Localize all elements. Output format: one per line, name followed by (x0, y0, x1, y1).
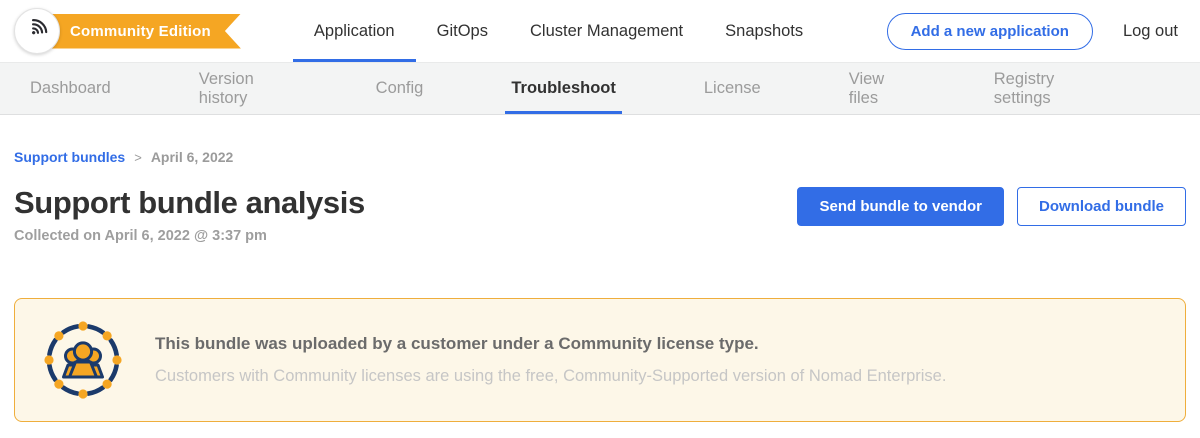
subnav-version-history[interactable]: Version history (193, 63, 294, 114)
community-license-icon (43, 320, 123, 400)
subnav-troubleshoot[interactable]: Troubleshoot (505, 63, 622, 114)
notice-text: This bundle was uploaded by a customer u… (155, 334, 946, 386)
top-header: Community Edition Application GitOps Clu… (0, 0, 1200, 62)
app-logo[interactable] (14, 8, 60, 54)
nav-snapshots[interactable]: Snapshots (704, 0, 824, 62)
breadcrumb-separator: > (134, 150, 142, 165)
nav-gitops[interactable]: GitOps (416, 0, 509, 62)
collected-timestamp: Collected on April 6, 2022 @ 3:37 pm (14, 228, 365, 244)
subnav-dashboard[interactable]: Dashboard (24, 63, 117, 114)
subnav-license[interactable]: License (698, 63, 767, 114)
breadcrumb: Support bundles > April 6, 2022 (14, 149, 1186, 165)
page-title: Support bundle analysis (14, 185, 365, 221)
primary-nav: Application GitOps Cluster Management Sn… (293, 0, 824, 62)
breadcrumb-support-bundles-link[interactable]: Support bundles (14, 149, 125, 165)
logout-link[interactable]: Log out (1123, 22, 1178, 41)
community-edition-badge: Community Edition (48, 14, 241, 49)
subnav-config[interactable]: Config (370, 63, 430, 114)
breadcrumb-current: April 6, 2022 (151, 149, 234, 165)
subnav-view-files[interactable]: View files (843, 63, 912, 114)
replicated-logo-icon (24, 16, 50, 47)
notice-title: This bundle was uploaded by a customer u… (155, 334, 946, 354)
app-subnav: Dashboard Version history Config Trouble… (0, 62, 1200, 115)
nav-application[interactable]: Application (293, 0, 416, 62)
subnav-registry-settings[interactable]: Registry settings (988, 63, 1100, 114)
notice-subtitle: Customers with Community licenses are us… (155, 367, 946, 386)
community-license-notice: This bundle was uploaded by a customer u… (14, 298, 1186, 422)
nav-cluster-management[interactable]: Cluster Management (509, 0, 704, 62)
headline-text: Support bundle analysis Collected on Apr… (14, 185, 365, 244)
add-new-application-button[interactable]: Add a new application (887, 13, 1093, 50)
brand: Community Edition (14, 8, 241, 54)
download-bundle-button[interactable]: Download bundle (1017, 187, 1186, 226)
send-bundle-to-vendor-button[interactable]: Send bundle to vendor (797, 187, 1004, 226)
header-actions: Add a new application Log out (887, 13, 1178, 50)
main-content: Support bundles > April 6, 2022 Support … (0, 149, 1200, 422)
headline-row: Support bundle analysis Collected on Apr… (14, 185, 1186, 244)
bundle-actions: Send bundle to vendor Download bundle (797, 187, 1186, 226)
